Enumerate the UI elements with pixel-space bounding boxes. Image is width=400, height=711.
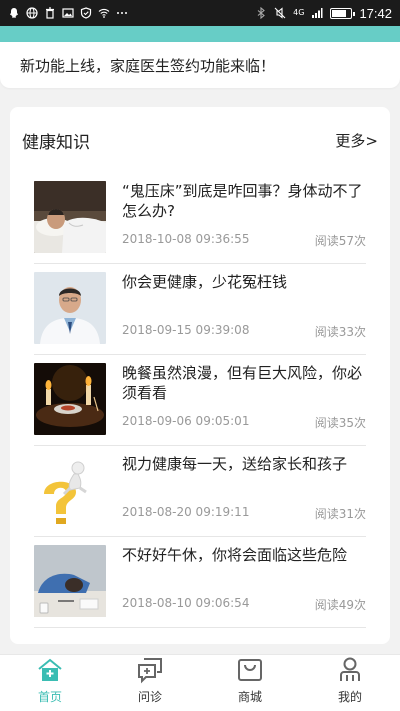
article-date: 2018-08-20 09:19:11: [122, 505, 250, 519]
figure-on-question-mark-image: [34, 454, 106, 526]
card-header: 健康知识 更多>: [10, 107, 390, 173]
doctor-portrait-image: [34, 272, 106, 344]
trash-icon: [46, 7, 54, 19]
article-views: 阅读33次: [314, 325, 366, 339]
article-date: 2018-09-06 09:05:01: [122, 414, 250, 428]
article-info: 晚餐虽然浪漫，但有巨大风险，你必须看看 2018-09-06 09:05:01 …: [122, 363, 366, 445]
article-info: 你会更健康，少花冤枉钱 2018-09-15 09:39:08 阅读33次: [122, 272, 366, 354]
more-link[interactable]: 更多>: [335, 130, 378, 151]
notice-text: 新功能上线，家庭医生签约功能来临！: [20, 56, 276, 75]
tab-home-label: 首页: [37, 690, 62, 704]
bluetooth-icon: [257, 7, 266, 19]
article-title: 不好好午休，你将会面临这些危险: [122, 546, 348, 564]
image-icon: [62, 8, 74, 18]
tired-worker-image: [34, 545, 106, 617]
battery-fill: [332, 9, 347, 17]
article-views: 阅读49次: [314, 598, 366, 612]
article-date: 2018-10-08 09:36:55: [122, 232, 250, 246]
article-item[interactable]: 你会更健康，少花冤枉钱 2018-09-15 09:39:08 阅读33次: [34, 264, 366, 355]
article-date: 2018-09-15 09:39:08: [122, 323, 250, 337]
battery-icon: [330, 7, 356, 19]
article-list: “鬼压床”到底是咋回事？身体动不了怎么办? 2018-10-08 09:36:5…: [10, 173, 390, 628]
article-date: 2018-08-10 09:06:54: [122, 596, 250, 610]
status-left-icons: [8, 7, 128, 19]
tab-consult-label: 问诊: [137, 690, 162, 704]
health-knowledge-card: 健康知识 更多> “鬼压床”到底是咋回事？身体动不了怎么办? 2018-10-0…: [10, 107, 390, 644]
article-item[interactable]: “鬼压床”到底是咋回事？身体动不了怎么办? 2018-10-08 09:36:5…: [34, 173, 366, 264]
article-views: 阅读57次: [314, 234, 366, 248]
status-time: 17:42: [359, 5, 392, 21]
more-dots-icon: [117, 12, 127, 14]
section-title: 健康知识: [22, 132, 90, 153]
status-right-icons: 4G 17:42: [255, 6, 392, 21]
article-meta: 2018-09-06 09:05:01 阅读35次: [122, 414, 366, 431]
shop-icon: [238, 659, 262, 681]
article-info: 视力健康每一天，送给家长和孩子 2018-08-20 09:19:11 阅读31…: [122, 454, 366, 536]
article-item[interactable]: 不好好午休，你将会面临这些危险 2018-08-10 09:06:54 阅读49…: [34, 537, 366, 628]
tab-profile-label: 我的: [337, 690, 362, 704]
article-title: 你会更健康，少花冤枉钱: [122, 273, 288, 291]
article-views: 阅读35次: [314, 416, 366, 430]
article-title: 晚餐虽然浪漫，但有巨大风险，你必须看看: [122, 364, 363, 402]
network-type: 4G: [293, 8, 305, 17]
tab-consult[interactable]: 问诊: [100, 655, 200, 711]
article-meta: 2018-08-10 09:06:54 阅读49次: [122, 596, 366, 613]
tab-home[interactable]: 首页: [0, 655, 100, 711]
article-meta: 2018-10-08 09:36:55 阅读57次: [122, 232, 366, 249]
wifi-icon: [98, 8, 110, 18]
globe-icon: [26, 7, 38, 19]
article-title: 视力健康每一天，送给家长和孩子: [122, 455, 348, 473]
tab-profile[interactable]: 我的: [300, 655, 400, 711]
tab-shop[interactable]: 商城: [200, 655, 300, 711]
status-bar: 4G 17:42: [0, 0, 400, 26]
bottom-tab-bar: 首页 问诊 商城 我的: [0, 654, 400, 711]
article-views: 阅读31次: [314, 507, 366, 521]
profile-icon: [340, 657, 360, 681]
article-meta: 2018-09-15 09:39:08 阅读33次: [122, 323, 366, 340]
tab-shop-label: 商城: [237, 690, 262, 704]
mute-icon: [274, 7, 286, 19]
home-icon: [38, 658, 62, 681]
signal-icon: [312, 8, 323, 18]
article-meta: 2018-08-20 09:19:11 阅读31次: [122, 505, 366, 522]
notice-banner[interactable]: 新功能上线，家庭医生签约功能来临！: [0, 42, 400, 88]
article-info: 不好好午休，你将会面临这些危险 2018-08-10 09:06:54 阅读49…: [122, 545, 366, 627]
article-info: “鬼压床”到底是咋回事？身体动不了怎么办? 2018-10-08 09:36:5…: [122, 181, 366, 263]
article-item[interactable]: 视力健康每一天，送给家长和孩子 2018-08-20 09:19:11 阅读31…: [34, 446, 366, 537]
header-band: [0, 26, 400, 42]
sleeping-man-image: [34, 181, 106, 253]
candlelight-dinner-image: [34, 363, 106, 435]
shield-icon: [80, 7, 92, 19]
qq-icon: [10, 8, 18, 18]
article-title: “鬼压床”到底是咋回事？身体动不了怎么办?: [122, 182, 363, 220]
article-item[interactable]: 晚餐虽然浪漫，但有巨大风险，你必须看看 2018-09-06 09:05:01 …: [34, 355, 366, 446]
consult-icon: [138, 658, 162, 684]
